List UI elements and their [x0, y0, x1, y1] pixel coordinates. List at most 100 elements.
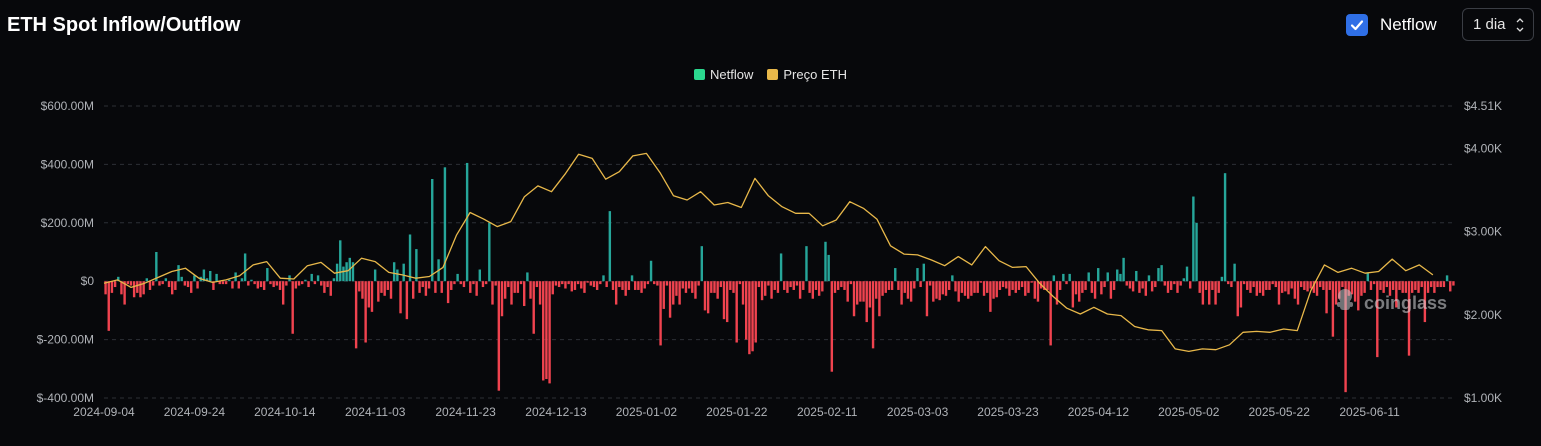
netflow-bar[interactable] [151, 281, 155, 286]
netflow-bar[interactable] [323, 281, 326, 293]
netflow-bar[interactable] [478, 269, 482, 282]
netflow-bar[interactable] [595, 281, 599, 290]
netflow-bar[interactable] [754, 281, 757, 343]
netflow-bar[interactable] [627, 281, 631, 290]
netflow-bar[interactable] [580, 281, 583, 289]
netflow-bar[interactable] [278, 281, 282, 290]
netflow-bar[interactable] [564, 281, 567, 289]
netflow-bar[interactable] [446, 281, 450, 304]
netflow-bar[interactable] [919, 281, 922, 288]
netflow-bar[interactable] [1398, 281, 1401, 290]
netflow-bar[interactable] [250, 279, 253, 282]
netflow-bar[interactable] [243, 253, 247, 282]
netflow-bar[interactable] [1430, 281, 1433, 288]
netflow-bar[interactable] [183, 281, 187, 286]
netflow-bar[interactable] [1258, 281, 1262, 293]
netflow-bar[interactable] [887, 281, 891, 290]
netflow-bar[interactable] [1179, 281, 1182, 286]
netflow-bar[interactable] [678, 281, 681, 305]
netflow-bar[interactable] [367, 281, 371, 308]
netflow-bar[interactable] [573, 281, 577, 290]
netflow-bar[interactable] [1100, 281, 1103, 295]
netflow-bar[interactable] [1049, 281, 1052, 346]
netflow-bar[interactable] [1417, 281, 1420, 293]
netflow-bar[interactable] [554, 281, 558, 286]
netflow-bar[interactable] [516, 281, 520, 293]
netflow-bar[interactable] [1404, 281, 1408, 293]
netflow-bar[interactable] [354, 281, 358, 349]
netflow-bar[interactable] [1249, 281, 1252, 293]
netflow-bar[interactable] [412, 281, 415, 299]
netflow-bar[interactable] [405, 281, 409, 320]
netflow-bar[interactable] [859, 281, 862, 302]
netflow-bar[interactable] [643, 281, 646, 289]
netflow-bar[interactable] [370, 281, 374, 312]
netflow-bar[interactable] [1173, 281, 1176, 285]
netflow-bar[interactable] [253, 281, 256, 285]
netflow-bar[interactable] [976, 281, 979, 293]
netflow-bar[interactable] [275, 281, 279, 286]
netflow-bar[interactable] [459, 281, 462, 285]
netflow-bar[interactable] [970, 281, 973, 296]
netflow-bar[interactable] [1046, 281, 1049, 290]
netflow-bar[interactable] [732, 281, 735, 293]
netflow-bar[interactable] [1274, 281, 1278, 288]
netflow-bar[interactable] [513, 281, 516, 293]
netflow-bar[interactable] [373, 269, 377, 282]
netflow-bar[interactable] [618, 281, 621, 288]
netflow-bar[interactable] [592, 281, 596, 288]
netflow-bar[interactable] [706, 281, 710, 314]
netflow-bar[interactable] [938, 281, 941, 301]
netflow-bar[interactable] [1350, 281, 1354, 295]
netflow-bar[interactable] [700, 246, 704, 282]
netflow-bar[interactable] [519, 281, 523, 285]
netflow-bar[interactable] [256, 281, 260, 289]
netflow-bar[interactable] [925, 281, 929, 317]
netflow-bar[interactable] [456, 273, 459, 282]
netflow-bar[interactable] [640, 281, 643, 293]
netflow-bar[interactable] [802, 281, 805, 290]
netflow-bar[interactable] [614, 281, 618, 305]
netflow-bar[interactable] [1166, 281, 1170, 293]
netflow-bar[interactable] [1185, 266, 1189, 282]
netflow-bar[interactable] [757, 281, 761, 288]
netflow-bar[interactable] [1334, 281, 1338, 305]
netflow-bar[interactable] [694, 281, 697, 299]
netflow-bar[interactable] [1252, 281, 1255, 288]
netflow-bar[interactable] [611, 281, 615, 290]
netflow-bar[interactable] [935, 281, 938, 299]
netflow-bar[interactable] [1439, 281, 1442, 288]
netflow-bar[interactable] [634, 281, 637, 290]
netflow-bar[interactable] [576, 281, 580, 285]
netflow-bar[interactable] [849, 281, 853, 285]
netflow-bar[interactable] [326, 281, 329, 288]
netflow-bar[interactable] [1112, 281, 1116, 290]
netflow-bar[interactable] [646, 281, 650, 285]
netflow-bar[interactable] [1150, 281, 1154, 292]
netflow-bar[interactable] [833, 281, 837, 293]
netflow-bar[interactable] [431, 179, 434, 282]
netflow-bar[interactable] [316, 275, 320, 282]
netflow-bar[interactable] [475, 281, 478, 296]
netflow-bar[interactable] [1087, 272, 1090, 282]
netflow-bar[interactable] [1154, 281, 1157, 288]
netflow-bar[interactable] [779, 253, 783, 282]
netflow-bar[interactable] [932, 281, 935, 302]
netflow-bar[interactable] [1319, 281, 1322, 288]
netflow-bar[interactable] [798, 281, 802, 299]
netflow-bar[interactable] [332, 278, 336, 282]
netflow-bar[interactable] [358, 281, 361, 292]
netflow-bar[interactable] [440, 281, 443, 293]
netflow-bar[interactable] [259, 281, 263, 288]
netflow-bar[interactable] [735, 281, 738, 343]
netflow-bar[interactable] [1024, 281, 1027, 296]
netflow-bar[interactable] [1293, 281, 1297, 299]
netflow-bar[interactable] [684, 281, 688, 293]
netflow-bar[interactable] [776, 281, 780, 293]
netflow-bar[interactable] [808, 281, 811, 293]
netflow-bar[interactable] [589, 281, 593, 286]
netflow-bar[interactable] [951, 275, 954, 282]
netflow-bar[interactable] [329, 281, 332, 296]
netflow-bar[interactable] [1093, 281, 1097, 299]
netflow-bar[interactable] [1242, 281, 1246, 285]
